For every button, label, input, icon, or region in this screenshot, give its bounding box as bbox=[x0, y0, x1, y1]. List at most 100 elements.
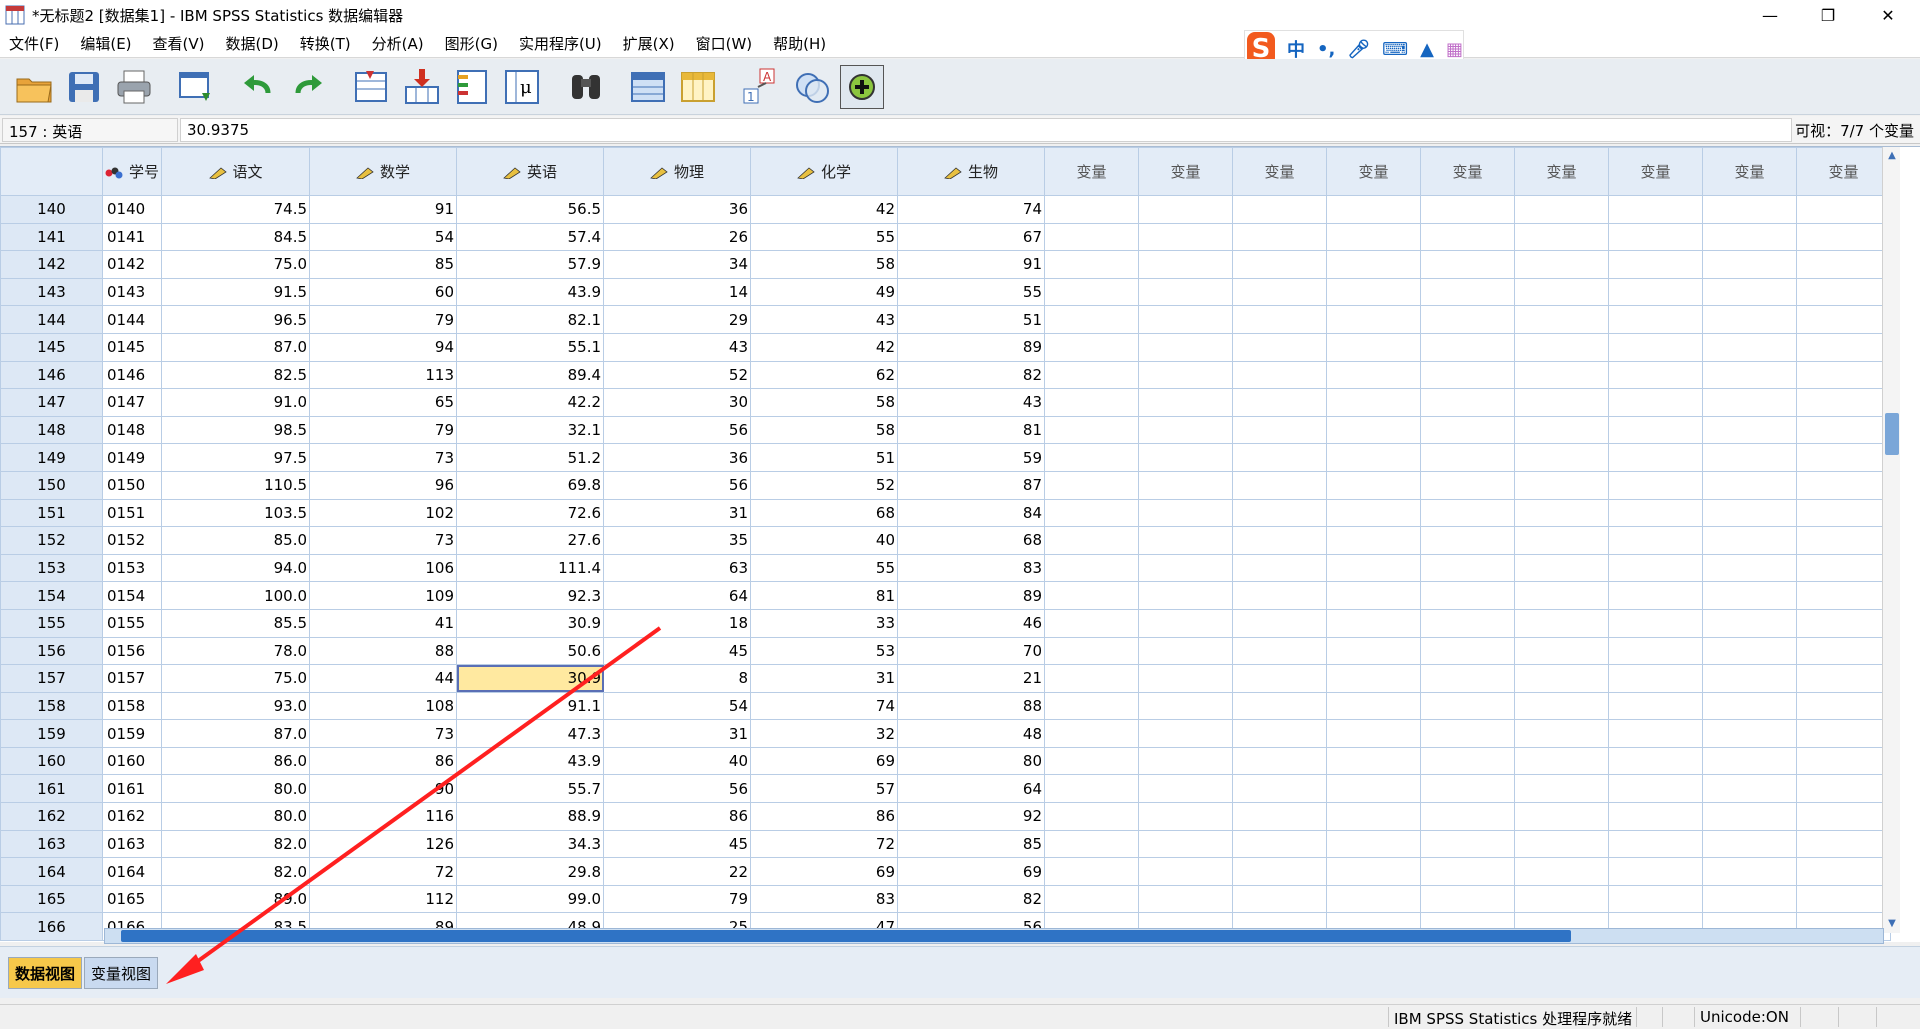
empty-cell[interactable] bbox=[1608, 415, 1704, 445]
data-cell[interactable]: 64 bbox=[897, 774, 1046, 804]
insert-cases-icon[interactable] bbox=[626, 65, 670, 109]
empty-cell[interactable] bbox=[1702, 388, 1798, 417]
empty-cell[interactable] bbox=[1232, 277, 1328, 307]
empty-cell[interactable] bbox=[1044, 195, 1140, 224]
data-cell[interactable]: 89.4 bbox=[456, 360, 605, 390]
tab-data-view[interactable]: 数据视图 bbox=[8, 957, 83, 989]
empty-cell[interactable] bbox=[1608, 829, 1704, 859]
empty-cell[interactable] bbox=[1514, 553, 1610, 583]
empty-cell[interactable] bbox=[1044, 498, 1140, 528]
data-cell[interactable]: 54 bbox=[309, 222, 458, 252]
data-cell[interactable]: 86 bbox=[750, 802, 899, 831]
goto-variable-icon[interactable] bbox=[400, 65, 444, 109]
empty-cell[interactable] bbox=[1232, 719, 1328, 748]
empty-cell[interactable] bbox=[1702, 829, 1798, 859]
data-cell[interactable]: 80.0 bbox=[161, 802, 311, 831]
data-cell[interactable]: 43 bbox=[897, 388, 1046, 417]
empty-cell[interactable] bbox=[1702, 608, 1798, 638]
empty-cell[interactable] bbox=[1044, 360, 1140, 390]
empty-cell[interactable] bbox=[1232, 636, 1328, 666]
empty-cell[interactable] bbox=[1702, 277, 1798, 307]
empty-cell[interactable] bbox=[1608, 526, 1704, 555]
menu-help[interactable]: 帮助(H) bbox=[764, 33, 838, 54]
data-cell[interactable]: 57 bbox=[750, 774, 899, 804]
empty-cell[interactable] bbox=[1420, 470, 1516, 500]
empty-cell[interactable] bbox=[1326, 608, 1422, 638]
empty-cell[interactable] bbox=[1326, 498, 1422, 528]
empty-cell[interactable] bbox=[1138, 664, 1234, 693]
data-cell[interactable]: 0146 bbox=[101, 360, 163, 390]
empty-cell[interactable] bbox=[1232, 195, 1328, 224]
data-cell[interactable]: 86 bbox=[309, 746, 458, 776]
data-cell[interactable]: 43.9 bbox=[456, 277, 605, 307]
empty-cell[interactable] bbox=[1514, 195, 1610, 224]
data-cell[interactable]: 91.1 bbox=[456, 691, 605, 721]
empty-cell[interactable] bbox=[1420, 553, 1516, 583]
data-cell[interactable]: 29.8 bbox=[456, 857, 605, 886]
horizontal-scroll-thumb[interactable] bbox=[121, 930, 1571, 942]
empty-cell[interactable] bbox=[1608, 443, 1704, 472]
empty-cell[interactable] bbox=[1420, 415, 1516, 445]
data-cell[interactable]: 51.2 bbox=[456, 443, 605, 472]
cell-reference-field[interactable]: 157 : 英语 bbox=[2, 118, 178, 142]
empty-cell[interactable] bbox=[1702, 884, 1798, 914]
data-cell[interactable]: 48 bbox=[897, 719, 1046, 748]
empty-cell[interactable] bbox=[1702, 470, 1798, 500]
empty-cell[interactable] bbox=[1044, 884, 1140, 914]
data-cell[interactable]: 0143 bbox=[101, 277, 163, 307]
data-cell[interactable]: 29 bbox=[603, 305, 752, 334]
empty-cell[interactable] bbox=[1138, 581, 1234, 610]
empty-cell[interactable] bbox=[1044, 277, 1140, 307]
empty-cell[interactable] bbox=[1796, 774, 1892, 804]
empty-cell[interactable] bbox=[1608, 360, 1704, 390]
data-cell[interactable]: 0164 bbox=[101, 857, 163, 886]
row-number-header[interactable]: 140 bbox=[0, 195, 103, 224]
undo-icon[interactable] bbox=[236, 65, 280, 109]
data-cell[interactable]: 56 bbox=[603, 470, 752, 500]
data-cell[interactable]: 32 bbox=[750, 719, 899, 748]
redo-icon[interactable] bbox=[286, 65, 330, 109]
empty-cell[interactable] bbox=[1232, 884, 1328, 914]
empty-cell[interactable] bbox=[1326, 774, 1422, 804]
row-number-header[interactable]: 141 bbox=[0, 222, 103, 252]
data-cell[interactable]: 0145 bbox=[101, 332, 163, 362]
data-cell[interactable]: 80.0 bbox=[161, 774, 311, 804]
data-cell[interactable]: 79 bbox=[309, 415, 458, 445]
data-cell[interactable]: 33 bbox=[750, 608, 899, 638]
data-cell[interactable]: 88.9 bbox=[456, 802, 605, 831]
data-cell[interactable]: 89 bbox=[897, 332, 1046, 362]
empty-cell[interactable] bbox=[1702, 415, 1798, 445]
empty-cell[interactable] bbox=[1514, 305, 1610, 334]
extension-hub-icon[interactable] bbox=[840, 65, 884, 109]
empty-cell[interactable] bbox=[1608, 884, 1704, 914]
data-cell[interactable]: 58 bbox=[750, 388, 899, 417]
empty-cell[interactable] bbox=[1420, 443, 1516, 472]
data-cell[interactable]: 83 bbox=[750, 884, 899, 914]
empty-cell[interactable] bbox=[1138, 415, 1234, 445]
data-cell[interactable]: 30 bbox=[603, 388, 752, 417]
data-cell[interactable]: 51 bbox=[750, 443, 899, 472]
data-cell[interactable]: 41 bbox=[309, 608, 458, 638]
empty-cell[interactable] bbox=[1608, 664, 1704, 693]
data-cell[interactable]: 0158 bbox=[101, 691, 163, 721]
empty-cell[interactable] bbox=[1138, 305, 1234, 334]
data-cell[interactable]: 0154 bbox=[101, 581, 163, 610]
empty-cell[interactable] bbox=[1232, 360, 1328, 390]
data-cell[interactable]: 35 bbox=[603, 526, 752, 555]
row-number-header[interactable]: 166 bbox=[0, 912, 103, 942]
data-cell[interactable]: 32.1 bbox=[456, 415, 605, 445]
split-file-icon[interactable]: A1 bbox=[738, 65, 782, 109]
data-cell[interactable]: 0150 bbox=[101, 470, 163, 500]
empty-cell[interactable] bbox=[1420, 195, 1516, 224]
data-cell[interactable]: 42 bbox=[750, 195, 899, 224]
row-number-header[interactable]: 161 bbox=[0, 774, 103, 804]
empty-cell[interactable] bbox=[1608, 691, 1704, 721]
data-cell[interactable]: 87.0 bbox=[161, 332, 311, 362]
data-cell[interactable]: 84.5 bbox=[161, 222, 311, 252]
empty-cell[interactable] bbox=[1326, 415, 1422, 445]
data-cell[interactable]: 57.4 bbox=[456, 222, 605, 252]
empty-cell[interactable] bbox=[1514, 581, 1610, 610]
empty-cell[interactable] bbox=[1044, 857, 1140, 886]
empty-cell[interactable] bbox=[1044, 470, 1140, 500]
data-cell[interactable]: 65 bbox=[309, 388, 458, 417]
